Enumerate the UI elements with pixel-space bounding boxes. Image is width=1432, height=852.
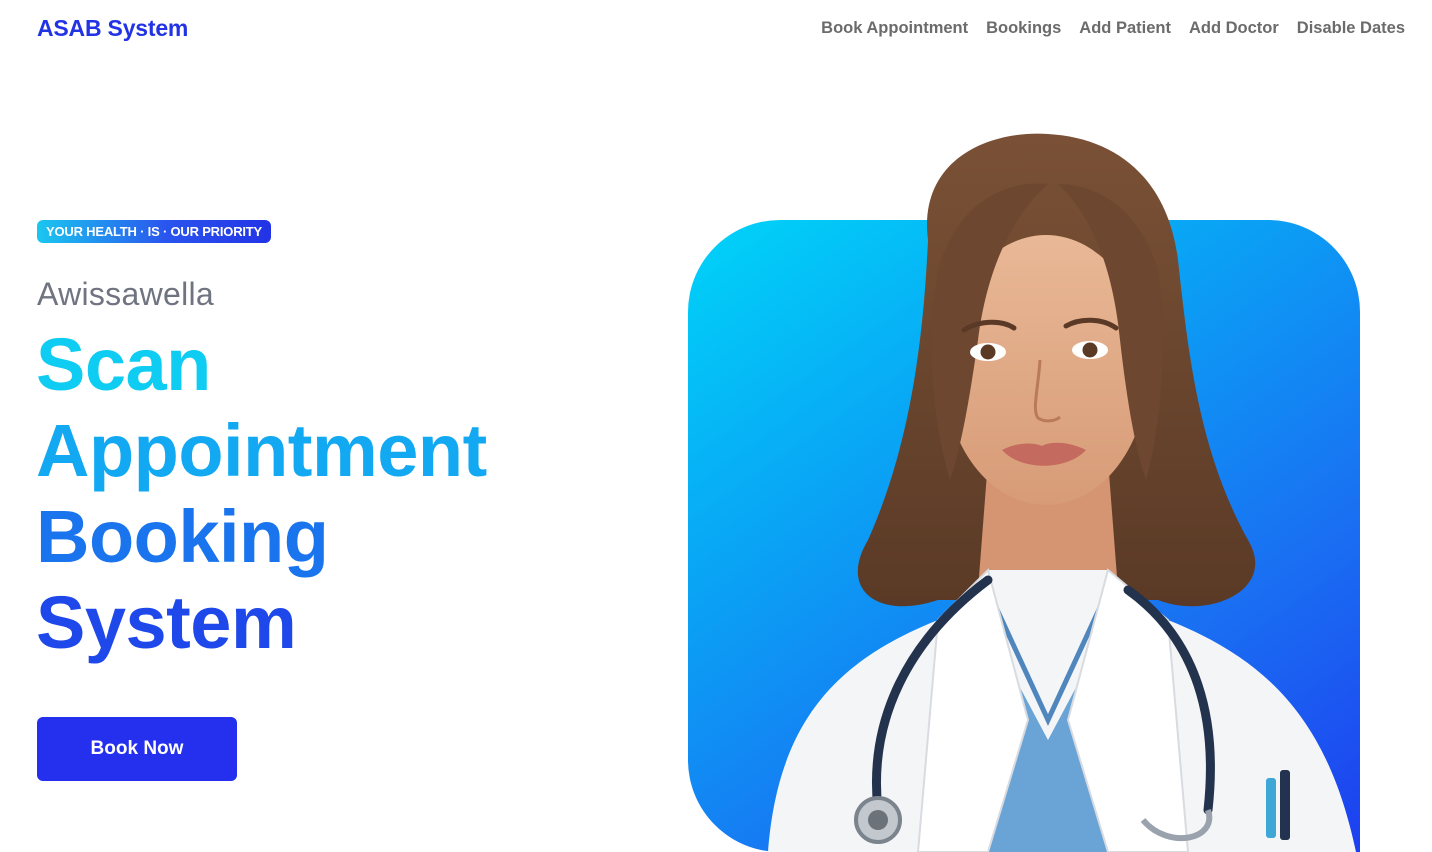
nav-disable-dates[interactable]: Disable Dates: [1297, 19, 1405, 38]
tagline-badge: YOUR HEALTH · IS · OUR PRIORITY: [37, 220, 272, 243]
nav-book-appointment[interactable]: Book Appointment: [821, 19, 968, 38]
headline-line-3: Booking: [36, 495, 329, 578]
doctor-portrait-icon: [768, 133, 1356, 852]
headline-line-1: Scan: [36, 323, 211, 406]
headline-line-2: Appointment: [36, 409, 487, 492]
headline-line-4: System: [36, 581, 297, 664]
nav-add-doctor[interactable]: Add Doctor: [1189, 19, 1279, 38]
page: ASAB System Book Appointment Bookings Ad…: [0, 0, 1432, 852]
brand-logo[interactable]: ASAB System: [37, 15, 188, 42]
hero-headline: Scan Appointment Booking System: [36, 322, 487, 666]
nav-links: Book Appointment Bookings Add Patient Ad…: [821, 19, 1405, 38]
nav-add-patient[interactable]: Add Patient: [1079, 19, 1171, 38]
doctor-portrait-image: [688, 120, 1388, 852]
nav-bookings[interactable]: Bookings: [986, 19, 1061, 38]
top-nav: ASAB System Book Appointment Bookings Ad…: [0, 0, 1432, 62]
location-label: Awissawella: [37, 276, 215, 312]
book-now-button[interactable]: Book Now: [37, 717, 237, 781]
